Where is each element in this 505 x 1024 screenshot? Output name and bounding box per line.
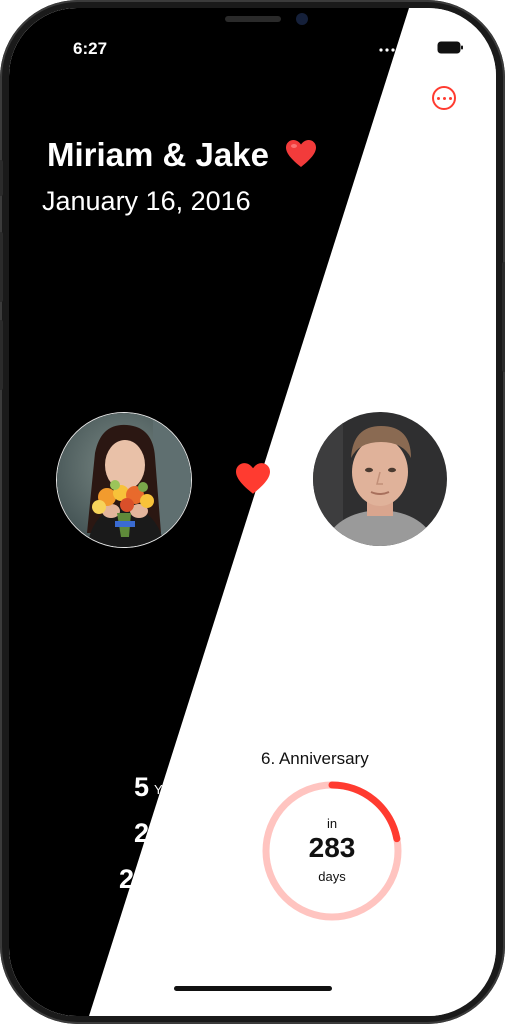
front-camera [296,13,308,25]
volume-down-button [0,320,3,390]
mute-switch [0,160,3,196]
counter-value: 5 [133,772,149,802]
woman-with-flowers-photo [57,413,191,547]
couple-names: Miriam & Jake [47,136,269,173]
counter-unit: Years [154,782,187,797]
heart-emoji-icon [286,140,317,167]
more-options-button[interactable] [432,86,456,110]
notch [141,8,364,40]
battery-icon [437,41,463,54]
speaker-grille [225,16,281,22]
counter-value: 2 [133,818,149,848]
countdown-days-value: 283 [308,832,356,863]
relationship-start-date: January 16, 2016 [42,186,251,216]
phone-frame: 6:27 Miriam & Jake January 16, 2016 5 Ye… [0,0,505,1024]
heart-icon [236,463,270,494]
counter-years: 5 Years [101,772,241,802]
status-time: 6:27 [73,39,108,58]
screen: 6:27 Miriam & Jake January 16, 2016 5 Ye… [9,8,496,1016]
counter-months: 2 Months [101,818,241,848]
couple-title: Miriam & Jake [47,136,318,174]
countdown-suffix: days [318,869,346,884]
counter-unit: Days [154,874,184,889]
counter-unit: Months [154,828,197,843]
wifi-icon [409,41,427,53]
countdown-prefix: in [326,816,338,831]
signal-icon [379,48,401,52]
next-anniversary-title: 6. Anniversary [261,749,369,768]
ellipsis-circle-icon-dot [442,96,446,100]
volume-up-button [0,232,3,302]
ellipsis-circle-icon-dot [436,96,440,100]
home-indicator[interactable] [174,986,332,991]
man-portrait-photo [313,412,447,546]
partner-two-avatar[interactable] [313,412,447,546]
ellipsis-circle-icon-dot [448,96,452,100]
partner-one-avatar[interactable] [56,412,192,548]
counter-value: 21 [118,864,149,894]
status-bar: 6:27 [9,8,496,58]
status-icons [379,41,463,54]
anniversary-countdown: in 283 days [261,780,403,922]
counter-days: 21 Days [101,864,241,894]
